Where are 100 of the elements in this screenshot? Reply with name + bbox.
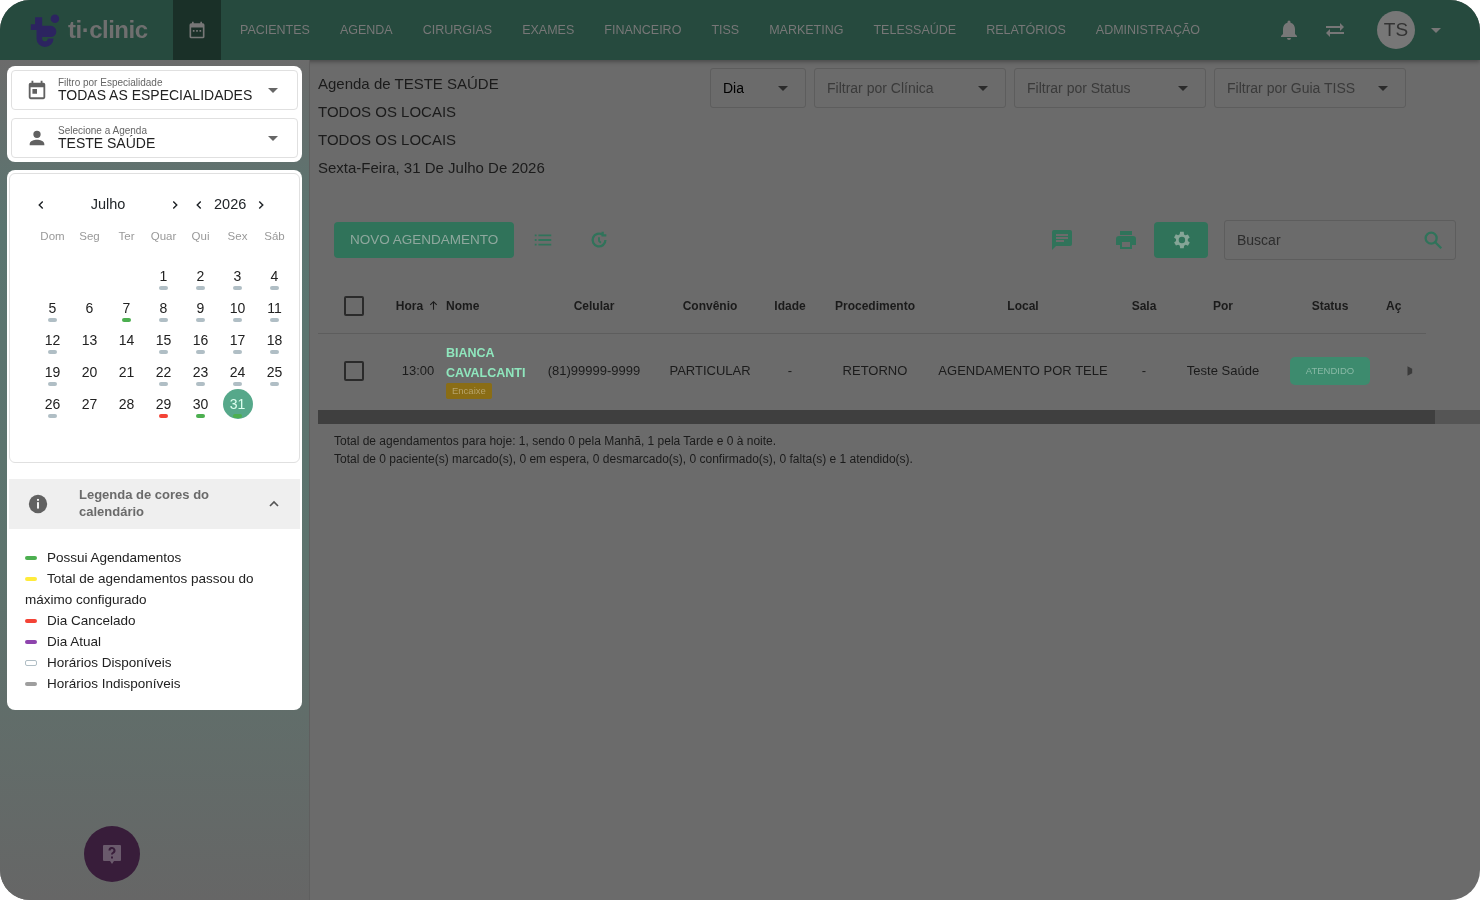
calendar-day[interactable]: 30 [185,389,216,419]
calendar-day[interactable]: 4 [259,261,290,291]
month-label[interactable]: Julho [48,194,168,216]
calendar-day[interactable]: 2 [185,261,216,291]
info-icon [27,492,49,515]
column-header: Celular [528,278,660,334]
table-cell-text: AGENDAMENTO POR TELE [937,362,1109,381]
weekday-label: Qui [190,228,211,244]
search-field[interactable]: Buscar [1224,220,1456,260]
column-header: Status [1274,278,1386,334]
calendar-day[interactable]: 1 [148,261,179,291]
column-header: Idade [760,278,820,334]
caret-icon [268,135,278,141]
calendar-day[interactable]: 26 [37,389,68,419]
weekday-label: Seg [78,228,101,244]
calendar-day[interactable]: 6 [74,293,105,323]
table-cell-text: - [786,362,794,381]
caret-icon[interactable] [1431,27,1441,33]
header-text: TODOS OS LOCAIS [318,130,458,150]
fit-in-tag: Encaixe [446,382,492,400]
caret-icon [1178,85,1188,91]
select-all-checkbox[interactable] [344,295,364,316]
legend-item: Dia Atual [25,630,284,652]
calendar-day[interactable]: 9 [185,293,216,323]
table-cell-text: RETORNO [841,362,909,381]
column-header: Sala [1116,278,1172,334]
calendar-day[interactable]: 21 [111,357,142,387]
calendar-day[interactable]: 7 [111,293,142,323]
legend-item: Dia Cancelado [25,609,284,631]
table-cell-text: Teste Saúde [1185,362,1261,381]
legend-item: Horários Disponíveis [25,651,284,673]
logo-icon [28,13,62,47]
weekday-label: Quar [149,228,178,244]
column-header: Nome [446,278,528,334]
column-header: Procedimento [820,278,930,334]
logo-text: ti·clinic [68,15,148,45]
scrollbar-thumb[interactable] [318,410,1435,424]
weekday-label: Ter [117,228,136,244]
filter-select[interactable]: Dia [710,68,806,108]
legend-header[interactable]: Legenda de cores do calendário [9,479,300,529]
calendar-day[interactable]: 28 [111,389,142,419]
calendar-day[interactable]: 14 [111,325,142,355]
field-label: Filtro por Especialidade [58,76,164,88]
year-label[interactable]: 2026 [214,194,247,216]
help-icon [100,842,124,866]
calendar-day[interactable]: 16 [185,325,216,355]
legend-title: Legenda de cores do calendário [79,487,211,521]
field-value: TODAS AS ESPECIALIDADES [58,87,253,104]
calendar-day[interactable]: 25 [259,357,290,387]
legend-item: Horários Indisponíveis [25,672,284,694]
calendar-icon [187,20,207,40]
field-label: Selecione a Agenda [58,124,147,136]
calendar-day[interactable]: 18 [259,325,290,355]
caret-icon [1378,85,1388,91]
weekday-label: Dom [39,228,66,244]
calendar-day[interactable]: 23 [185,357,216,387]
calendar-day[interactable]: 3 [222,261,253,291]
calendar-day[interactable]: 8 [148,293,179,323]
table-cell-text: 13:00 [400,362,436,381]
calendar-day[interactable]: 12 [37,325,68,355]
calendar-day[interactable]: 13 [74,325,105,355]
calendar-day[interactable]: 19 [37,357,68,387]
patient-name[interactable]: BIANCA CAVALCANTI [446,342,528,383]
header-text: Sexta-Feira, 31 De Julho De 2026 [318,158,546,178]
weekday-label: Sáb [263,228,286,244]
table-cell-text: - [1140,362,1148,381]
calendar-day[interactable]: 29 [148,389,179,419]
calendar-day[interactable]: 11 [259,293,290,323]
header-text: Agenda de TESTE SAÚDE [318,74,500,94]
calendar-day[interactable]: 20 [74,357,105,387]
calendar-day[interactable]: 22 [148,357,179,387]
caret-icon [268,87,278,93]
row-checkbox[interactable] [344,361,364,381]
select-field[interactable]: Selecione a Agenda TESTE SAÚDE [11,118,298,158]
status-badge: ATENDIDO [1289,356,1371,386]
caret-icon [778,85,788,91]
calendar-day[interactable]: 17 [222,325,253,355]
help-button[interactable] [84,826,140,882]
weekday-label: Sex [226,228,249,244]
field-value: TESTE SAÚDE [58,135,157,152]
summary-text: Total de 0 paciente(s) marcado(s), 0 em espera, 0 desmarcado(s), 0 confirmado(s), 0 falta(s) e 1 atendido(s). [333,451,914,468]
calendar-day[interactable]: 15 [148,325,179,355]
calendar-icon [26,79,48,101]
calendar-day[interactable]: 5 [37,293,68,323]
table-cell-text: (81)99999-9999 [546,362,642,381]
calendar-day[interactable]: 10 [222,293,253,323]
calendar-day[interactable]: 27 [74,389,105,419]
column-header: Convênio [660,278,760,334]
legend-item: Possui Agendamentos [25,546,284,568]
select-field[interactable]: Filtro por Especialidade TODAS AS ESPECIALIDADES [11,70,298,110]
table-cell-text: PARTICULAR [668,362,752,381]
calendar-day[interactable]: 24 [222,357,253,387]
column-header: Hora [390,278,446,334]
calendar-tab[interactable] [173,0,221,60]
column-header: Aç [1386,278,1426,334]
column-header: Local [930,278,1116,334]
column-header: Por [1172,278,1274,334]
caret-icon [978,85,988,91]
header-text: TODOS OS LOCAIS [318,102,458,122]
settings-button[interactable] [1154,222,1208,258]
